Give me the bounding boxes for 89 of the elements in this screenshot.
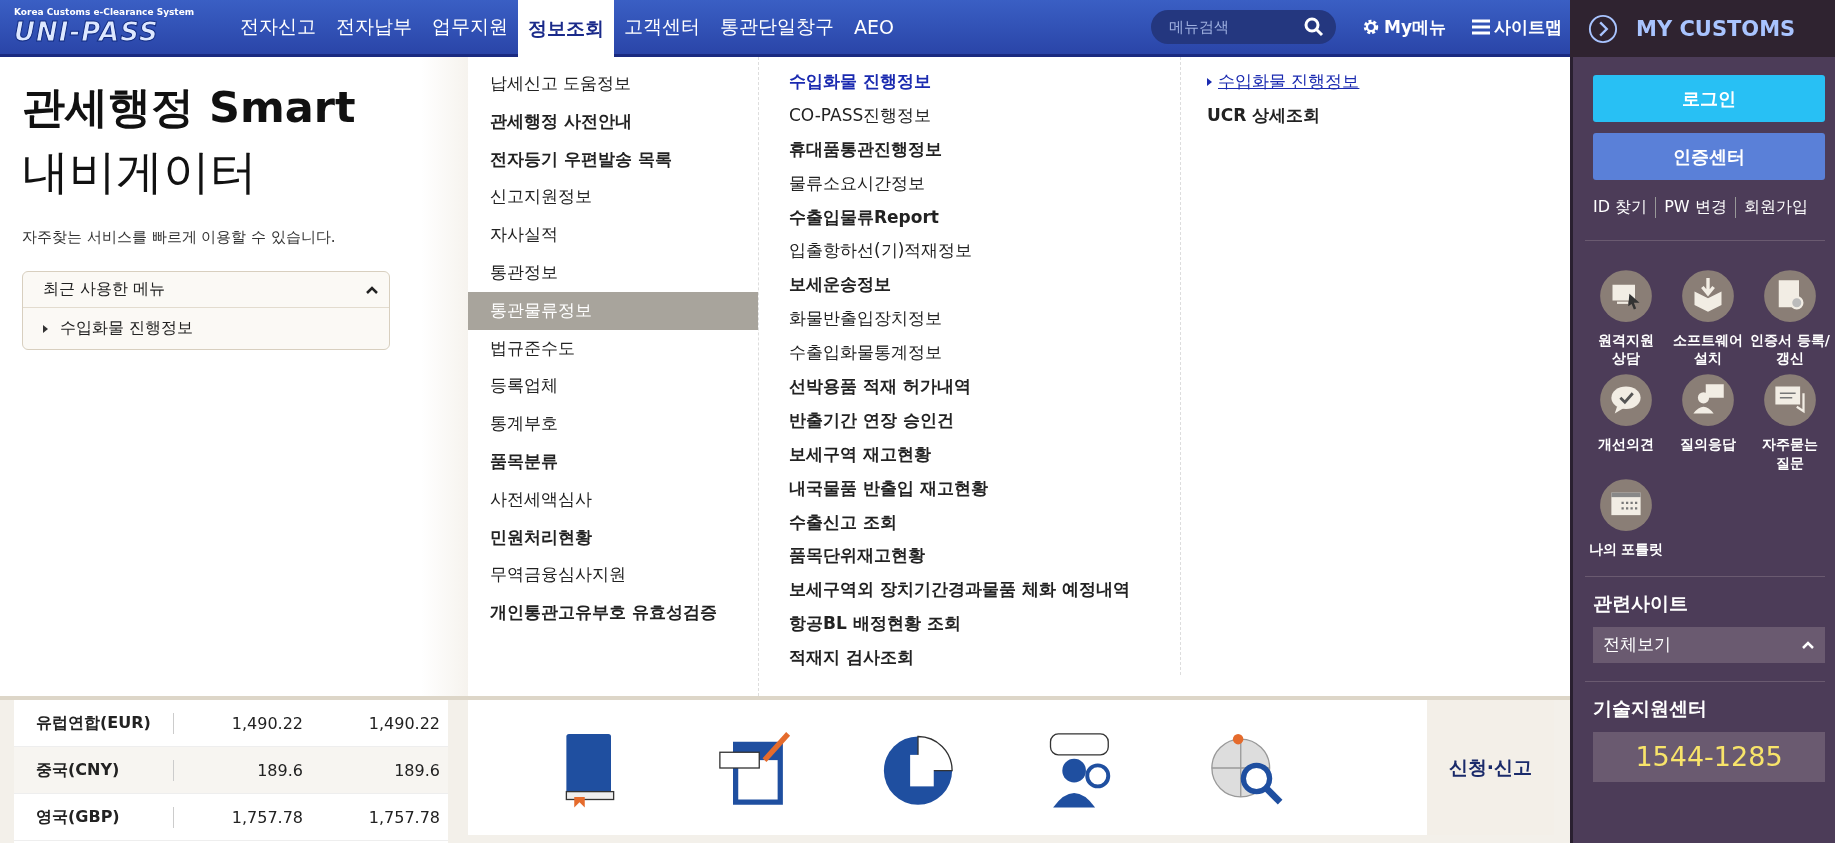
menu-item[interactable]: 반출기간 연장 승인건: [789, 403, 1180, 438]
nav-tab[interactable]: 전자신고: [230, 0, 326, 54]
rate-cell-text: 1,490.22: [230, 713, 304, 733]
menu-item[interactable]: 수출신고 조회: [789, 505, 1180, 540]
service-label[interactable]: 인증서 등록/갱신: [1750, 331, 1830, 368]
navigator-description: 자주찾는 서비스를 빠르게 이용할 수 있습니다.: [22, 228, 337, 247]
nav-tab[interactable]: 통관단일창구: [710, 0, 844, 54]
service-label[interactable]: 소프트웨어 설치: [1668, 331, 1748, 368]
currency-cell: 유럽연합(EUR): [14, 712, 174, 734]
my-customs-title: MY CUSTOMS: [1636, 16, 1796, 41]
rate-cell-text: 1,757.78: [230, 807, 304, 827]
menu-item[interactable]: 법규준수도: [468, 329, 758, 368]
menu-item[interactable]: 보세구역 재고현황: [789, 437, 1180, 472]
account-link[interactable]: PW 변경: [1655, 197, 1727, 218]
recent-menu-item[interactable]: 수입화물 진행정보: [23, 308, 389, 349]
nav-tab[interactable]: 정보조회: [518, 0, 614, 57]
related-sites-select[interactable]: 전체보기: [1593, 626, 1825, 663]
menu-item[interactable]: 무역금융심사지원: [468, 556, 758, 595]
services-label[interactable]: 신청·신고: [1426, 700, 1554, 835]
nav-tab[interactable]: 고객센터: [614, 0, 710, 54]
recent-menu-title: 최근 사용한 메뉴: [43, 279, 166, 300]
menu-item[interactable]: 관세행정 사전안내: [468, 102, 758, 141]
navigator-subtitle: 내비게이터: [22, 143, 258, 201]
sitemap-button[interactable]: 사이트맵: [1472, 15, 1562, 39]
menu-item[interactable]: UCR 상세조회: [1207, 98, 1570, 133]
support-center-title: 기술지원센터: [1585, 680, 1825, 722]
search-field[interactable]: 메뉴검색: [1151, 10, 1336, 44]
chat-icon[interactable]: [1599, 373, 1653, 428]
menu-icon: [1472, 19, 1490, 35]
menu-item[interactable]: 자사실적: [468, 216, 758, 254]
menu-item[interactable]: 품목분류: [468, 442, 758, 481]
monitor-icon[interactable]: [1599, 269, 1653, 323]
rate-cell-text: 189.6: [256, 760, 304, 780]
logo[interactable]: Korea Customs e-Clearance System UNI-PASS: [14, 2, 204, 52]
account-link[interactable]: ID 찾기: [1593, 197, 1648, 218]
rate-cell-text: 1,490.22: [367, 713, 441, 733]
menu-item[interactable]: 민원처리현황: [468, 518, 758, 557]
menu-item[interactable]: 등록업체: [468, 367, 758, 406]
menu-item[interactable]: 휴대품통관진행정보: [789, 132, 1180, 167]
person-icon[interactable]: [1681, 373, 1735, 428]
menu-item[interactable]: 화물반출입장치정보: [789, 302, 1180, 337]
menu-item[interactable]: 신고지원정보: [468, 178, 758, 217]
menu-item[interactable]: 항공BL 배정현황 조회: [789, 607, 1180, 642]
menu-item[interactable]: 내국물품 반출입 재고현황: [789, 471, 1180, 506]
nav-tab[interactable]: 전자납부: [326, 0, 422, 54]
nav-tab[interactable]: 업무지원: [422, 0, 518, 54]
menu-item[interactable]: 입출항하선(기)적재정보: [789, 234, 1180, 269]
support-phone: 1544-1285: [1593, 731, 1825, 782]
menu-item[interactable]: 물류소요시간정보: [789, 166, 1180, 201]
currency-cell: 영국(GBP): [14, 806, 174, 828]
my-menu-button[interactable]: My메뉴: [1362, 15, 1446, 39]
message-icon[interactable]: [1763, 373, 1817, 428]
currency-cell: 중국(CNY): [14, 759, 174, 781]
nav-tab[interactable]: AEO: [844, 0, 904, 54]
related-sites-title: 관련사이트: [1585, 575, 1825, 617]
menu-item[interactable]: 수입화물 진행정보: [789, 65, 1180, 99]
menu-item[interactable]: 품목단위재고현황: [789, 539, 1180, 574]
rate-cell-text: 1,757.78: [367, 807, 441, 827]
certificate-icon[interactable]: [1763, 269, 1817, 323]
service-label[interactable]: 개선의견: [1586, 435, 1666, 454]
account-link[interactable]: 회원가입: [1734, 197, 1808, 218]
service-label[interactable]: 원격지원 상담: [1586, 331, 1666, 368]
menu-item[interactable]: 전자등기 우편발송 목록: [468, 140, 758, 179]
chevron-icon: [1801, 639, 1815, 650]
box-icon[interactable]: [1681, 269, 1735, 323]
menu-item[interactable]: CO-PASS진행정보: [789, 98, 1180, 133]
service-label[interactable]: 자주묻는 질문: [1750, 435, 1830, 472]
gear-icon: [1362, 18, 1380, 36]
rate-cell-text: 189.6: [393, 760, 441, 780]
menu-item[interactable]: 통관정보: [468, 254, 758, 292]
calendar-icon[interactable]: [1599, 477, 1653, 532]
certificate-center-button[interactable]: 인증센터: [1593, 133, 1825, 180]
chevron-circle-icon[interactable]: [1588, 13, 1618, 44]
menu-item[interactable]: 통계부호: [468, 405, 758, 443]
menu-item[interactable]: 보세구역외 장치기간경과물품 체화 예정내역: [789, 573, 1180, 608]
menu-item[interactable]: 사전세액심사: [468, 480, 758, 519]
menu-item[interactable]: 개인통관고유부호 유효성검증: [468, 594, 758, 632]
navigator-title: 관세행정 Smart: [22, 81, 357, 134]
menu-item[interactable]: 보세운송정보: [789, 268, 1180, 303]
service-label[interactable]: 질의응답: [1668, 435, 1748, 454]
menu-item[interactable]: 수입화물 진행정보: [1207, 65, 1570, 99]
service-label[interactable]: 나의 포틀릿: [1586, 539, 1666, 558]
menu-item[interactable]: 수출입물류Report: [789, 200, 1180, 235]
menu-item[interactable]: 수출입화물통계정보: [789, 336, 1180, 370]
menu-item[interactable]: 납세신고 도움정보: [468, 65, 758, 103]
menu-item[interactable]: 적재지 검사조회: [789, 641, 1180, 676]
search-icon[interactable]: [1304, 17, 1324, 37]
recent-menu-header[interactable]: 최근 사용한 메뉴: [23, 272, 389, 308]
menu-item[interactable]: 선박용품 적재 허가내역: [789, 370, 1180, 404]
